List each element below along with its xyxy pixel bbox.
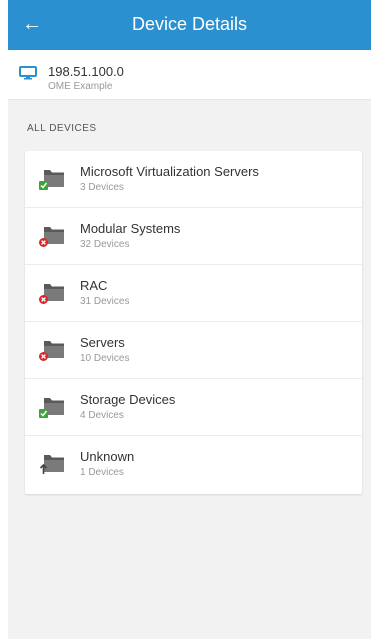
device-group-row[interactable]: Microsoft Virtualization Servers 3 Device… <box>25 151 362 208</box>
group-device-count: 31 Devices <box>80 296 130 307</box>
group-name: RAC <box>80 278 108 293</box>
device-name: OME Example <box>48 81 113 92</box>
group-device-count: 3 Devices <box>80 182 124 193</box>
device-group-row[interactable]: RAC 31 Devices <box>25 265 362 322</box>
app-screen: ← Device Details 198.51.100.0 OME Exampl… <box>8 0 371 639</box>
device-summary: 198.51.100.0 OME Example <box>8 50 371 100</box>
device-group-row[interactable]: Unknown 1 Devices <box>25 436 362 493</box>
device-ip: 198.51.100.0 <box>48 64 124 79</box>
folder-critical-icon <box>39 284 64 304</box>
group-name: Storage Devices <box>80 392 176 407</box>
section-label: ALL DEVICES <box>27 123 97 134</box>
group-device-count: 1 Devices <box>80 467 124 478</box>
group-device-count: 10 Devices <box>80 353 130 364</box>
folder-ok-icon <box>39 398 64 418</box>
folder-unknown-icon <box>39 455 64 474</box>
device-group-row[interactable]: Servers 10 Devices <box>25 322 362 379</box>
group-device-count: 32 Devices <box>80 239 130 250</box>
group-name: Microsoft Virtualization Servers <box>80 164 259 179</box>
monitor-icon <box>19 66 37 80</box>
page-title: Device Details <box>131 14 248 34</box>
device-group-row[interactable]: Modular Systems 32 Devices <box>25 208 362 265</box>
group-device-count: 4 Devices <box>80 410 124 421</box>
device-group-row[interactable]: Storage Devices 4 Devices <box>25 379 362 436</box>
group-name: Unknown <box>80 449 135 464</box>
device-group-list: Microsoft Virtualization Servers 3 Device… <box>25 151 362 494</box>
app-header: ← Device Details <box>8 0 371 50</box>
folder-critical-icon <box>39 227 64 247</box>
folder-ok-icon <box>39 170 64 190</box>
folder-critical-icon <box>39 341 64 361</box>
group-name: Modular Systems <box>80 221 181 236</box>
group-name: Servers <box>80 335 125 350</box>
